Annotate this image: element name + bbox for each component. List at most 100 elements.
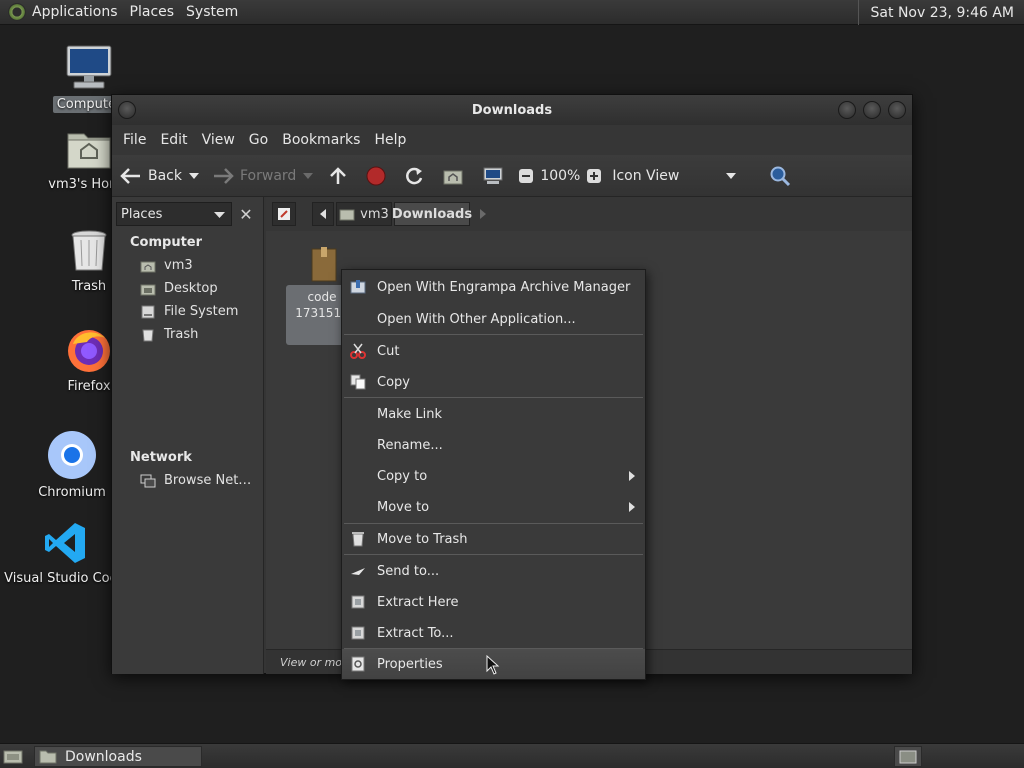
maximize-button[interactable] xyxy=(863,101,881,119)
extract-icon xyxy=(351,595,365,609)
desktop-label: Firefox xyxy=(67,379,111,394)
menu-properties[interactable]: Properties xyxy=(342,649,645,679)
menu-move-to[interactable]: Move to xyxy=(342,492,645,522)
sidebar: Places ✕ Computer vm3 Desktop File Syste… xyxy=(112,197,264,674)
search-icon xyxy=(770,166,791,186)
submenu-arrow-icon xyxy=(629,471,635,481)
chevron-down-icon xyxy=(214,212,225,218)
sidebar-item-desktop[interactable]: Desktop xyxy=(140,281,218,296)
menu-edit[interactable]: Edit xyxy=(153,132,194,148)
desktop-chromium[interactable]: Chromium xyxy=(32,430,112,501)
close-button[interactable] xyxy=(888,101,906,119)
menu-extract-to[interactable]: Extract To... xyxy=(342,618,645,648)
menu-bookmarks[interactable]: Bookmarks xyxy=(275,132,367,148)
view-mode-select[interactable]: Icon View xyxy=(612,161,737,191)
menu-open-with-other[interactable]: Open With Other Application... xyxy=(342,304,645,334)
window-titlebar[interactable]: Downloads xyxy=(112,95,912,125)
send-icon xyxy=(351,568,365,575)
menu-item-label: Open With Other Application... xyxy=(377,311,576,327)
location-toggle-button[interactable] xyxy=(272,202,296,226)
sidebar-mode-select[interactable]: Places xyxy=(116,202,232,226)
menu-open-with-engrampa[interactable]: Open With Engrampa Archive Manager xyxy=(342,272,645,302)
reload-icon xyxy=(406,167,423,184)
zoom-in-button[interactable] xyxy=(586,161,602,191)
extract-icon xyxy=(351,626,365,640)
menu-send-to[interactable]: Send to... xyxy=(342,556,645,586)
places-menu-label: Places xyxy=(129,4,175,20)
forward-button[interactable]: Forward xyxy=(212,161,296,191)
path-scroll-left-button[interactable] xyxy=(312,202,334,226)
sidebar-item-label: Desktop xyxy=(164,281,218,296)
back-button[interactable]: Back xyxy=(120,161,182,191)
mouse-pointer-icon xyxy=(486,655,500,675)
search-button[interactable] xyxy=(769,161,791,191)
minimize-button[interactable] xyxy=(838,101,856,119)
sidebar-item-label: vm3 xyxy=(164,258,193,273)
menu-copy[interactable]: Copy xyxy=(342,367,645,397)
path-bar: vm3 Downloads xyxy=(266,197,912,231)
sidebar-item-trash[interactable]: Trash xyxy=(140,327,198,342)
desktop-folder-icon xyxy=(140,284,156,295)
menu-view[interactable]: View xyxy=(195,132,242,148)
home-button[interactable] xyxy=(442,161,464,191)
close-icon: ✕ xyxy=(239,204,253,224)
sidebar-item-vm3[interactable]: vm3 xyxy=(140,258,193,273)
sidebar-item-filesystem[interactable]: File System xyxy=(140,304,238,319)
trash-icon xyxy=(71,230,107,271)
reload-button[interactable] xyxy=(404,161,424,191)
places-menu[interactable]: Places xyxy=(124,0,181,25)
archive-file-icon xyxy=(311,247,337,282)
menu-separator xyxy=(344,397,643,398)
workspace-switcher[interactable] xyxy=(894,746,922,767)
mate-logo-icon xyxy=(8,3,26,21)
menu-move-to-trash[interactable]: Move to Trash xyxy=(342,524,645,554)
menu-file[interactable]: File xyxy=(116,132,153,148)
menu-item-label: Extract Here xyxy=(377,594,459,610)
computer-button[interactable] xyxy=(482,161,504,191)
menu-item-label: Copy xyxy=(377,374,410,390)
system-menu[interactable]: System xyxy=(180,0,244,25)
window-title: Downloads xyxy=(471,102,553,118)
chevron-down-icon xyxy=(189,172,199,179)
menu-rename[interactable]: Rename... xyxy=(342,430,645,460)
menu-extract-here[interactable]: Extract Here xyxy=(342,587,645,617)
desktop-label: Trash xyxy=(71,279,107,294)
back-history-dropdown[interactable] xyxy=(188,161,200,191)
panel-clock[interactable]: Sat Nov 23, 9:46 AM xyxy=(857,0,1024,25)
zoom-out-button[interactable] xyxy=(518,161,534,191)
desktop-vscode[interactable]: Visual Studio Code xyxy=(4,520,126,587)
path-scroll-right-button[interactable] xyxy=(472,202,494,226)
menu-help[interactable]: Help xyxy=(367,132,413,148)
applications-menu[interactable]: Applications xyxy=(0,0,124,25)
menu-item-label: Move to Trash xyxy=(377,531,468,547)
taskbar-item-downloads[interactable]: Downloads xyxy=(34,746,202,767)
menu-go[interactable]: Go xyxy=(242,132,275,148)
menu-cut[interactable]: Cut xyxy=(342,336,645,366)
window-menu-button[interactable] xyxy=(118,101,136,119)
crumb-downloads[interactable]: Downloads xyxy=(392,202,472,226)
chevron-right-icon xyxy=(480,209,486,219)
zoom-in-icon xyxy=(587,168,602,183)
zoom-out-icon xyxy=(519,168,534,183)
chevron-left-icon xyxy=(320,209,326,219)
view-mode-text: Icon View xyxy=(612,167,680,184)
zoom-level[interactable]: 100% xyxy=(540,161,580,191)
desktop-label: Chromium xyxy=(38,485,106,500)
sidebar-close-button[interactable]: ✕ xyxy=(234,202,258,226)
sidebar-item-browse-network[interactable]: Browse Net… xyxy=(140,473,251,488)
toolbar: Back Forward 100% Icon View xyxy=(112,155,912,197)
menu-make-link[interactable]: Make Link xyxy=(342,399,645,429)
up-button[interactable] xyxy=(328,161,348,191)
clock-text: Sat Nov 23, 9:46 AM xyxy=(870,4,1014,21)
trash-icon xyxy=(352,532,364,547)
chevron-down-icon xyxy=(303,172,314,179)
stop-button[interactable] xyxy=(366,161,386,191)
show-desktop-button[interactable] xyxy=(2,747,24,766)
back-label: Back xyxy=(148,167,182,184)
sidebar-mode-text: Places xyxy=(121,206,163,222)
up-arrow-icon xyxy=(330,166,347,184)
drive-icon xyxy=(141,305,155,318)
crumb-vm3[interactable]: vm3 xyxy=(336,202,392,226)
menu-copy-to[interactable]: Copy to xyxy=(342,461,645,491)
forward-history-dropdown[interactable] xyxy=(302,161,314,191)
